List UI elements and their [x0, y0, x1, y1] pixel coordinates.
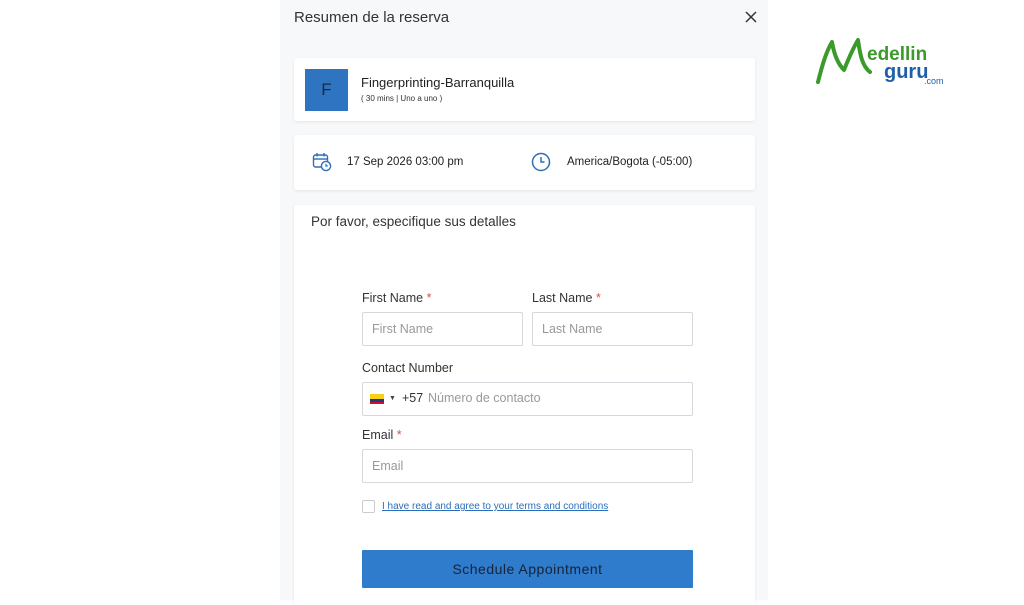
logo-text-guru: guru: [884, 61, 928, 83]
required-marker: *: [426, 291, 432, 305]
medellin-guru-logo[interactable]: edellin guru .com: [814, 36, 954, 88]
logo-text-com: .com: [924, 76, 944, 86]
service-duration: ( 30 mins | Uno a uno ): [361, 94, 443, 103]
contact-number-field[interactable]: ▼ +57 Número de contacto: [362, 382, 693, 416]
required-marker: *: [396, 428, 402, 442]
required-marker: *: [595, 291, 601, 305]
dial-code: +57: [402, 391, 424, 405]
last-name-input[interactable]: Last Name: [532, 312, 693, 346]
schedule-appointment-button[interactable]: Schedule Appointment: [362, 550, 693, 588]
chevron-down-icon[interactable]: ▼: [389, 395, 396, 402]
form-heading: Por favor, especifique sus detalles: [311, 214, 516, 229]
email-label: Email *: [362, 428, 402, 442]
schedule-card: 17 Sep 2026 03:00 pm America/Bogota (-05…: [294, 135, 755, 190]
last-name-label: Last Name *: [532, 291, 601, 305]
terms-link[interactable]: I have read and agree to your terms and …: [382, 501, 608, 512]
booking-summary-panel: Resumen de la reserva F Fingerprinting-B…: [280, 0, 768, 605]
appointment-datetime: 17 Sep 2026 03:00 pm: [347, 156, 464, 168]
contact-number-label: Contact Number: [362, 361, 454, 375]
close-button[interactable]: [742, 8, 760, 26]
service-avatar: F: [305, 69, 348, 111]
service-name: Fingerprinting-Barranquilla: [361, 75, 515, 90]
close-icon: [745, 11, 757, 23]
details-form: Por favor, especifique sus detalles Firs…: [294, 205, 755, 605]
contact-number-input[interactable]: Número de contacto: [428, 391, 541, 405]
first-name-input[interactable]: First Name: [362, 312, 523, 346]
panel-title: Resumen de la reserva: [294, 9, 450, 26]
clock-icon: [531, 152, 551, 172]
email-input[interactable]: Email: [362, 449, 693, 483]
colombia-flag-icon[interactable]: [370, 394, 384, 404]
first-name-label: First Name *: [362, 291, 432, 305]
terms-checkbox[interactable]: [362, 500, 375, 513]
calendar-clock-icon: [312, 153, 332, 172]
service-card: F Fingerprinting-Barranquilla ( 30 mins …: [294, 58, 755, 121]
timezone-label: America/Bogota (-05:00): [567, 156, 693, 168]
